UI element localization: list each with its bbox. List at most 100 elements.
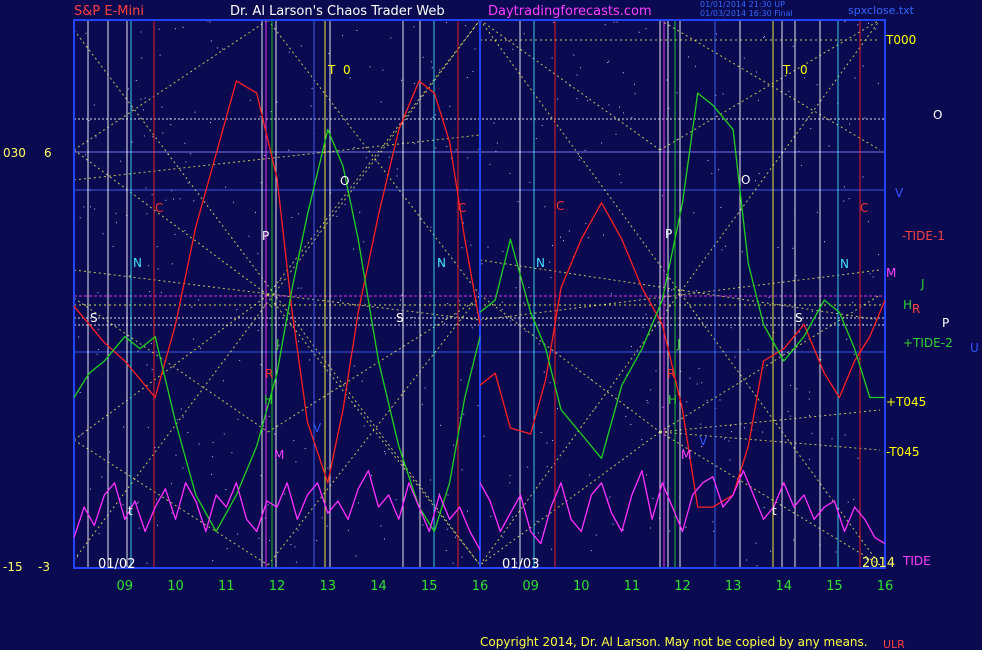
star-dot: [431, 67, 433, 69]
star-dot: [875, 28, 877, 30]
star-dot: [274, 433, 276, 435]
star-dot: [607, 62, 609, 63]
star-dot: [872, 276, 874, 278]
star-dot: [603, 234, 604, 236]
star-dot: [222, 48, 224, 50]
star-dot: [298, 340, 300, 342]
star-dot: [447, 303, 449, 305]
star-dot: [146, 562, 148, 564]
star-dot: [720, 207, 722, 208]
star-dot: [462, 222, 464, 224]
chaos-trader-chart: T 0 T 0O OC C C CP PN N N NS S SJ JR RH HM MVVt t 09 10 11 12…: [0, 0, 982, 650]
star-dot: [631, 116, 633, 118]
star-dot: [339, 299, 341, 301]
star-dot: [481, 263, 483, 265]
star-dot: [573, 54, 575, 56]
marker-c: C: [556, 199, 564, 213]
star-dot: [173, 198, 174, 200]
star-dot: [724, 438, 726, 440]
star-dot: [557, 98, 559, 100]
star-dot: [297, 529, 299, 531]
star-dot: [706, 399, 708, 401]
star-dot: [97, 349, 99, 350]
star-dot: [93, 104, 95, 106]
star-dot: [390, 37, 392, 39]
star-dot: [550, 277, 552, 279]
star-dot: [300, 287, 302, 289]
star-dot: [792, 45, 794, 47]
star-dot: [300, 45, 302, 47]
star-dot: [131, 141, 133, 143]
star-dot: [844, 434, 846, 436]
marker-t: T: [782, 63, 791, 77]
x-tick-label: 11: [218, 579, 235, 594]
star-dot: [288, 149, 290, 151]
star-dot: [347, 529, 349, 531]
star-dot: [147, 427, 149, 428]
star-dot: [563, 240, 564, 242]
star-dot: [120, 160, 121, 162]
star-dot: [193, 200, 195, 202]
star-dot: [613, 21, 615, 23]
star-dot: [816, 211, 818, 213]
star-dot: [116, 222, 117, 224]
marker-c: C: [458, 201, 466, 215]
marker-m: M: [274, 448, 284, 462]
star-dot: [578, 155, 580, 157]
star-dot: [695, 65, 697, 67]
star-dot: [490, 515, 492, 517]
star-dot: [551, 57, 553, 59]
instrument-title: S&P E-Mini: [74, 4, 144, 19]
star-dot: [361, 380, 363, 382]
star-dot: [576, 74, 578, 76]
star-dot: [84, 154, 86, 156]
star-dot: [284, 493, 286, 495]
star-dot: [366, 157, 368, 159]
site-url[interactable]: Daytradingforecasts.com: [488, 4, 652, 19]
marker-c: C: [155, 201, 163, 215]
star-dot: [198, 299, 200, 301]
session-label: 01/03: [502, 557, 539, 572]
star-dot: [137, 350, 139, 352]
star-dot: [604, 24, 606, 26]
star-dot: [449, 105, 451, 107]
star-dot: [768, 296, 770, 298]
star-dot: [862, 176, 864, 178]
star-dot: [400, 299, 401, 301]
corner-label: ULR: [883, 638, 905, 650]
star-dot: [669, 530, 671, 532]
star-dot: [502, 251, 504, 252]
star-dot: [730, 327, 732, 329]
marker-m: M: [681, 448, 691, 462]
star-dot: [756, 71, 757, 73]
star-dot: [824, 241, 825, 243]
star-dot: [854, 77, 856, 79]
star-dot: [85, 32, 87, 34]
star-dot: [138, 527, 140, 529]
star-dot: [509, 320, 511, 322]
marker-t: t: [128, 504, 133, 518]
star-dot: [326, 525, 328, 527]
x-tick-label: 13: [725, 579, 742, 594]
star-dot: [435, 147, 437, 149]
star-dot: [661, 195, 663, 197]
x-tick-label: 13: [319, 579, 336, 594]
star-dot: [431, 61, 433, 63]
star-dot: [698, 368, 700, 370]
star-dot: [535, 138, 537, 139]
star-dot: [537, 532, 539, 534]
star-dot: [713, 530, 715, 532]
star-dot: [811, 432, 813, 434]
star-dot: [380, 525, 382, 527]
star-dot: [509, 482, 511, 484]
star-dot: [328, 53, 330, 55]
star-dot: [122, 504, 124, 506]
right-label: M: [886, 266, 896, 280]
star-dot: [461, 247, 463, 249]
star-dot: [623, 112, 624, 114]
star-dot: [712, 521, 714, 523]
star-dot: [318, 231, 320, 233]
right-label: U: [970, 341, 979, 355]
star-dot: [184, 142, 186, 144]
star-dot: [310, 105, 312, 107]
